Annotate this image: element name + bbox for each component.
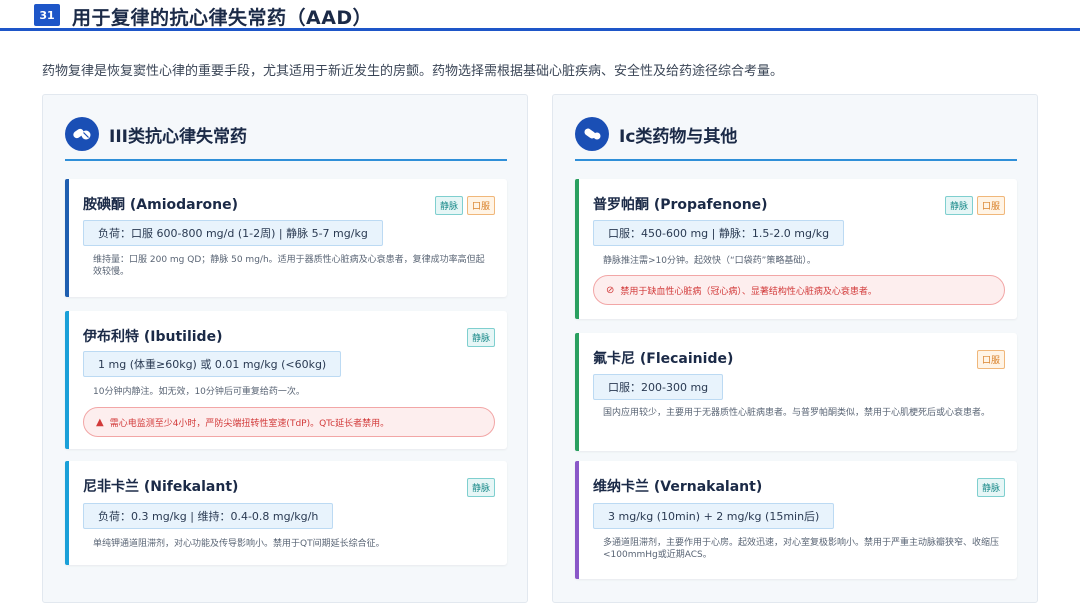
header: 31 用于复律的抗心律失常药（AAD）	[0, 0, 1080, 31]
drug-card-amiodarone: 胺碘酮 (Amiodarone) 静脉 口服 负荷：口服 600-800 mg/…	[65, 179, 507, 297]
panel-title: III类抗心律失常药	[109, 126, 247, 147]
warning-text: 需心电监测至少4小时，严防尖端扭转性室速(TdP)。QTc延长者禁用。	[109, 418, 390, 429]
warning-icon: ▲	[96, 416, 104, 428]
card-accent-bar	[65, 311, 69, 449]
drug-card-ibutilide: 伊布利特 (Ibutilide) 静脉 1 mg (体重≥60kg) 或 0.0…	[65, 311, 507, 449]
drug-name: 氟卡尼 (Flecainide)	[593, 351, 734, 367]
card-accent-bar	[575, 333, 579, 451]
drug-name: 普罗帕酮 (Propafenone)	[593, 197, 768, 213]
panel-header: Ic类药物与其他	[575, 117, 737, 151]
drug-note: 国内应用较少，主要用于无器质性心脏病患者。与普罗帕酮类似，禁用于心肌梗死后或心衰…	[603, 408, 991, 418]
tag-iv: 静脉	[466, 328, 495, 347]
panel-title: Ic类药物与其他	[619, 126, 738, 147]
drug-card-propafenone: 普罗帕酮 (Propafenone) 静脉 口服 口服：450-600 mg |…	[575, 179, 1017, 319]
card-accent-bar	[65, 179, 69, 297]
drug-note: 单纯钾通道阻滞剂，对心功能及传导影响小。禁用于QT间期延长综合征。	[93, 539, 385, 549]
warning-box: ▲ 需心电监测至少4小时，严防尖端扭转性室速(TdP)。QTc延长者禁用。	[83, 407, 495, 437]
dose-box: 负荷：0.3 mg/kg | 维持：0.4-0.8 mg/kg/h	[83, 503, 334, 529]
dose-box: 1 mg (体重≥60kg) 或 0.01 mg/kg (<60kg)	[83, 351, 342, 377]
header-rule	[0, 28, 1080, 31]
drug-name: 尼非卡兰 (Nifekalant)	[83, 479, 239, 495]
drug-note: 维持量：口服 200 mg QD；静脉 50 mg/h。适用于器质性心脏病及心衰…	[93, 255, 485, 277]
drug-name: 伊布利特 (Ibutilide)	[83, 329, 223, 345]
warning-text: 禁用于缺血性心脏病（冠心病）、显著结构性心脏病及心衰患者。	[620, 286, 877, 297]
tag-iv: 静脉	[466, 478, 495, 497]
drug-card-flecainide: 氟卡尼 (Flecainide) 口服 口服：200-300 mg 国内应用较少…	[575, 333, 1017, 451]
card-accent-bar	[575, 461, 579, 579]
panel-class-ic: Ic类药物与其他 普罗帕酮 (Propafenone) 静脉 口服 口服：450…	[552, 94, 1038, 603]
drug-name: 胺碘酮 (Amiodarone)	[83, 197, 238, 213]
page-number: 31	[34, 4, 60, 26]
tag-iv: 静脉	[976, 478, 1005, 497]
drug-note: 10分钟内静注。如无效，10分钟后可重复给药一次。	[93, 387, 305, 397]
prohibited-icon: ⊘	[606, 284, 615, 296]
panel-header: III类抗心律失常药	[65, 117, 247, 151]
card-accent-bar	[575, 179, 579, 319]
capsule-icon	[575, 117, 609, 151]
drug-note: 静脉推注需>10分钟。起效快（“口袋药”策略基础）。	[603, 256, 816, 266]
dose-box: 口服：450-600 mg | 静脉：1.5-2.0 mg/kg	[593, 220, 845, 246]
dose-box: 负荷：口服 600-800 mg/d (1-2周) | 静脉 5-7 mg/kg	[83, 220, 383, 246]
drug-name: 维纳卡兰 (Vernakalant)	[593, 479, 763, 495]
dose-box: 口服：200-300 mg	[593, 374, 724, 400]
panel-divider	[65, 159, 507, 161]
drug-card-vernakalant: 维纳卡兰 (Vernakalant) 静脉 3 mg/kg (10min) + …	[575, 461, 1017, 579]
page-title: 用于复律的抗心律失常药（AAD）	[72, 7, 373, 29]
tag-oral: 口服	[976, 196, 1005, 215]
panel-divider	[575, 159, 1017, 161]
drug-note: 多通道阻滞剂，主要作用于心房。起效迅速，对心室复极影响小。禁用于严重主动脉瓣狭窄…	[603, 538, 1000, 560]
drug-card-nifekalant: 尼非卡兰 (Nifekalant) 静脉 负荷：0.3 mg/kg | 维持：0…	[65, 461, 507, 565]
warning-box: ⊘ 禁用于缺血性心脏病（冠心病）、显著结构性心脏病及心衰患者。	[593, 275, 1005, 305]
tag-oral: 口服	[976, 350, 1005, 369]
card-accent-bar	[65, 461, 69, 565]
dose-box: 3 mg/kg (10min) + 2 mg/kg (15min后)	[593, 503, 835, 529]
intro-text: 药物复律是恢复窦性心律的重要手段，尤其适用于新近发生的房颤。药物选择需根据基础心…	[42, 64, 784, 79]
tag-iv: 静脉	[944, 196, 973, 215]
pills-icon	[65, 117, 99, 151]
tag-oral: 口服	[466, 196, 495, 215]
panel-class-iii: III类抗心律失常药 胺碘酮 (Amiodarone) 静脉 口服 负荷：口服 …	[42, 94, 528, 603]
tag-iv: 静脉	[434, 196, 463, 215]
